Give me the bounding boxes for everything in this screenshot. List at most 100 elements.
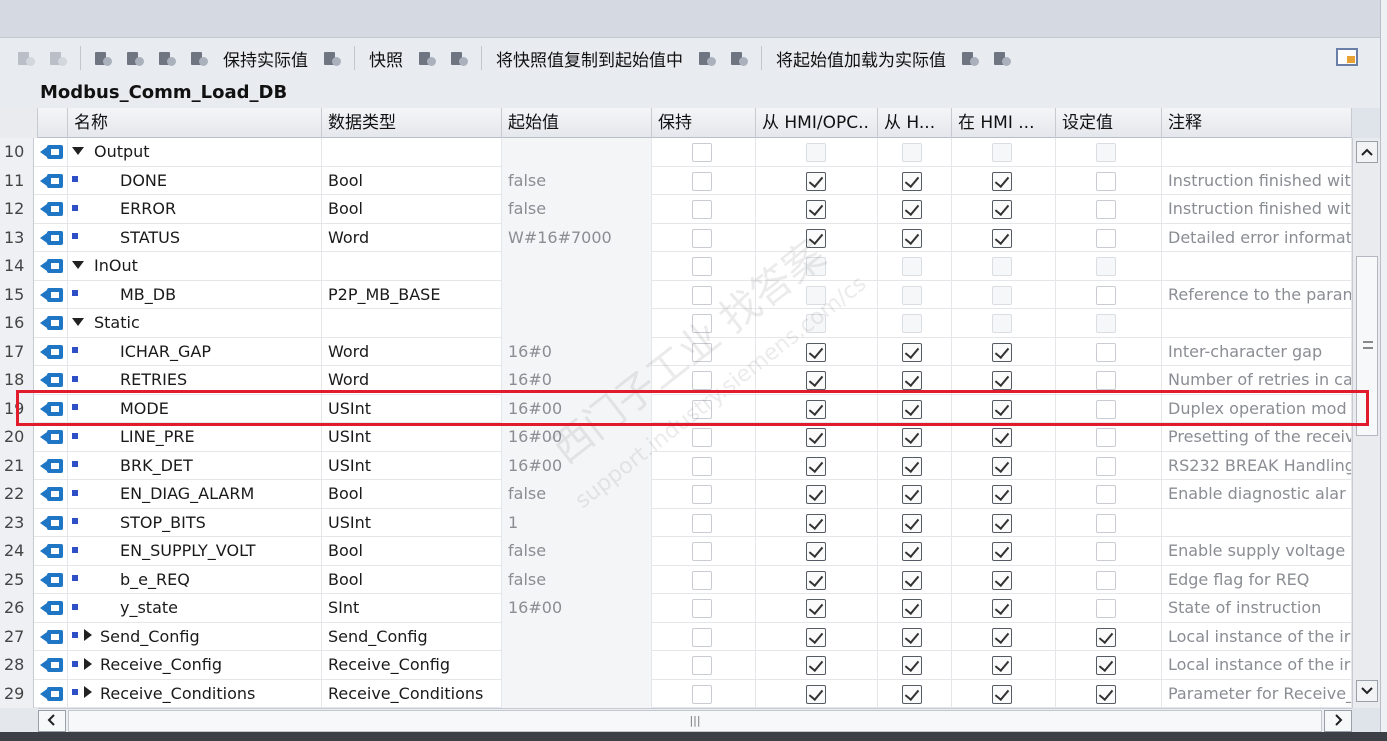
comment-cell[interactable]: State of instruction bbox=[1162, 594, 1352, 623]
hmi-writable-checkbox[interactable] bbox=[902, 371, 922, 390]
start-value-cell[interactable]: false bbox=[502, 565, 652, 594]
hmi-visible-checkbox[interactable] bbox=[992, 171, 1012, 191]
snapshot-button[interactable]: 快照 bbox=[369, 46, 403, 71]
hmi-visible-checkbox[interactable] bbox=[992, 285, 1012, 305]
name-cell[interactable]: DONE bbox=[68, 166, 322, 195]
setpoint-checkbox[interactable] bbox=[1096, 456, 1116, 476]
comment-cell[interactable]: Instruction finished wit bbox=[1162, 195, 1352, 224]
hmi-writable-checkbox[interactable] bbox=[902, 684, 922, 704]
setpoint-checkbox[interactable] bbox=[1096, 228, 1116, 248]
data-type-cell[interactable]: Word bbox=[322, 223, 502, 252]
name-cell[interactable]: Receive_Conditions bbox=[68, 679, 322, 708]
hmi-writable-checkbox[interactable] bbox=[902, 285, 922, 305]
table-row[interactable]: 22 EN_DIAG_ALARM Bool false Enable diagnosti… bbox=[0, 480, 1352, 509]
hmi-writable-checkbox[interactable] bbox=[902, 228, 922, 248]
comment-cell[interactable]: Parameter for Receive_ bbox=[1162, 679, 1352, 708]
setpoint-checkbox[interactable] bbox=[1096, 171, 1116, 191]
horizontal-scroll-thumb[interactable]: ||| bbox=[68, 710, 1322, 732]
comment-cell[interactable]: RS232 BREAK Handling bbox=[1162, 451, 1352, 480]
comment-cell[interactable]: Detailed error informat bbox=[1162, 223, 1352, 252]
table-row[interactable]: 13 STATUS Word W#16#7000 Detailed error info… bbox=[0, 223, 1352, 252]
collapse-arrow-icon[interactable] bbox=[72, 317, 84, 326]
header-hmi-writable[interactable]: 从 H... bbox=[878, 108, 952, 138]
retain-checkbox[interactable] bbox=[692, 428, 712, 447]
hmi-writable-checkbox[interactable] bbox=[902, 456, 922, 476]
hmi-writable-checkbox[interactable] bbox=[902, 171, 922, 191]
name-cell[interactable]: Output bbox=[68, 138, 322, 167]
hmi-visible-checkbox[interactable] bbox=[992, 200, 1012, 219]
data-type-cell[interactable]: Bool bbox=[322, 166, 502, 195]
header-dtype[interactable]: 数据类型 bbox=[322, 108, 502, 138]
setpoint-checkbox[interactable] bbox=[1096, 314, 1116, 333]
hmi-writable-checkbox[interactable] bbox=[902, 513, 922, 533]
hmi-visible-checkbox[interactable] bbox=[992, 314, 1012, 333]
data-type-cell[interactable]: USInt bbox=[322, 508, 502, 537]
table-row[interactable]: 11 DONE Bool false Instruction finished wit bbox=[0, 166, 1352, 195]
hmi-accessible-checkbox[interactable] bbox=[806, 314, 826, 333]
hmi-visible-checkbox[interactable] bbox=[992, 627, 1012, 647]
insert-row-icon[interactable] bbox=[16, 48, 36, 68]
hmi-accessible-checkbox[interactable] bbox=[806, 171, 826, 191]
comment-cell[interactable]: Local instance of the ir bbox=[1162, 651, 1352, 680]
snapshot-db-icon[interactable] bbox=[322, 48, 342, 68]
hmi-writable-checkbox[interactable] bbox=[902, 599, 922, 618]
collapse-arrow-icon[interactable] bbox=[72, 260, 84, 269]
comment-cell[interactable]: Enable diagnostic alar bbox=[1162, 480, 1352, 509]
hmi-writable-checkbox[interactable] bbox=[902, 143, 922, 162]
keep-actual-button[interactable]: 保持实际值 bbox=[223, 46, 308, 71]
name-cell[interactable]: ICHAR_GAP bbox=[68, 337, 322, 366]
hmi-visible-checkbox[interactable] bbox=[992, 570, 1012, 590]
collapse-arrow-icon[interactable] bbox=[72, 146, 84, 155]
name-cell[interactable]: b_e_REQ bbox=[68, 565, 322, 594]
hmi-accessible-checkbox[interactable] bbox=[806, 143, 826, 162]
hmi-accessible-checkbox[interactable] bbox=[806, 513, 826, 533]
expand-all-icon[interactable] bbox=[93, 48, 113, 68]
edit-icon[interactable] bbox=[125, 48, 145, 68]
data-type-cell[interactable]: Bool bbox=[322, 480, 502, 509]
setpoint-checkbox[interactable] bbox=[1096, 627, 1116, 647]
comment-cell[interactable]: Enable supply voltage bbox=[1162, 537, 1352, 566]
hmi-accessible-checkbox[interactable] bbox=[806, 342, 826, 362]
setpoint-checkbox[interactable] bbox=[1096, 342, 1116, 362]
table-row[interactable]: 27 Send_Config Send_Config Local instance o… bbox=[0, 622, 1352, 651]
setpoint-checkbox[interactable] bbox=[1096, 143, 1116, 162]
expand-arrow-icon[interactable] bbox=[84, 657, 92, 670]
scroll-right-icon[interactable] bbox=[1324, 710, 1352, 732]
data-type-cell[interactable]: Bool bbox=[322, 537, 502, 566]
name-cell[interactable]: InOut bbox=[68, 252, 322, 281]
copy-start-icon[interactable] bbox=[697, 48, 717, 68]
load-start-all-icon[interactable] bbox=[992, 48, 1012, 68]
data-type-cell[interactable]: Bool bbox=[322, 565, 502, 594]
name-cell[interactable]: Static bbox=[68, 309, 322, 338]
header-hmi-accessible[interactable]: 从 HMI/OPC.. bbox=[756, 108, 878, 138]
hmi-visible-checkbox[interactable] bbox=[992, 428, 1012, 447]
hmi-accessible-checkbox[interactable] bbox=[806, 542, 826, 561]
add-row-icon[interactable] bbox=[48, 48, 68, 68]
retain-checkbox[interactable] bbox=[692, 656, 712, 675]
copy-snapshot-to-start-button[interactable]: 将快照值复制到起始值中 bbox=[496, 46, 683, 71]
comment-cell[interactable]: Reference to the paran bbox=[1162, 280, 1352, 309]
data-type-cell[interactable] bbox=[322, 309, 502, 338]
setpoint-checkbox[interactable] bbox=[1096, 513, 1116, 533]
table-row[interactable]: 21 BRK_DET USInt 16#00 RS232 BREAK Handling bbox=[0, 451, 1352, 480]
hmi-writable-checkbox[interactable] bbox=[902, 200, 922, 219]
load-start-as-actual-button[interactable]: 将起始值加载为实际值 bbox=[776, 46, 946, 71]
name-cell[interactable]: STOP_BITS bbox=[68, 508, 322, 537]
table-row[interactable]: 20 LINE_PRE USInt 16#00 Presetting of the re… bbox=[0, 423, 1352, 452]
name-cell[interactable]: Send_Config bbox=[68, 622, 322, 651]
comment-cell[interactable]: Edge flag for REQ bbox=[1162, 565, 1352, 594]
start-value-cell[interactable] bbox=[502, 679, 652, 708]
data-type-cell[interactable]: Receive_Conditions bbox=[322, 679, 502, 708]
start-value-cell[interactable] bbox=[502, 651, 652, 680]
hmi-visible-checkbox[interactable] bbox=[992, 342, 1012, 362]
start-value-cell[interactable]: 16#0 bbox=[502, 337, 652, 366]
header-name[interactable]: 名称 bbox=[68, 108, 322, 138]
data-type-cell[interactable]: Send_Config bbox=[322, 622, 502, 651]
hmi-accessible-checkbox[interactable] bbox=[806, 599, 826, 618]
name-cell[interactable]: STATUS bbox=[68, 223, 322, 252]
data-type-cell[interactable]: SInt bbox=[322, 594, 502, 623]
hmi-writable-checkbox[interactable] bbox=[902, 656, 922, 675]
table-row[interactable]: 14 InOut bbox=[0, 252, 1352, 281]
setpoint-checkbox[interactable] bbox=[1096, 485, 1116, 504]
data-type-cell[interactable]: Receive_Config bbox=[322, 651, 502, 680]
